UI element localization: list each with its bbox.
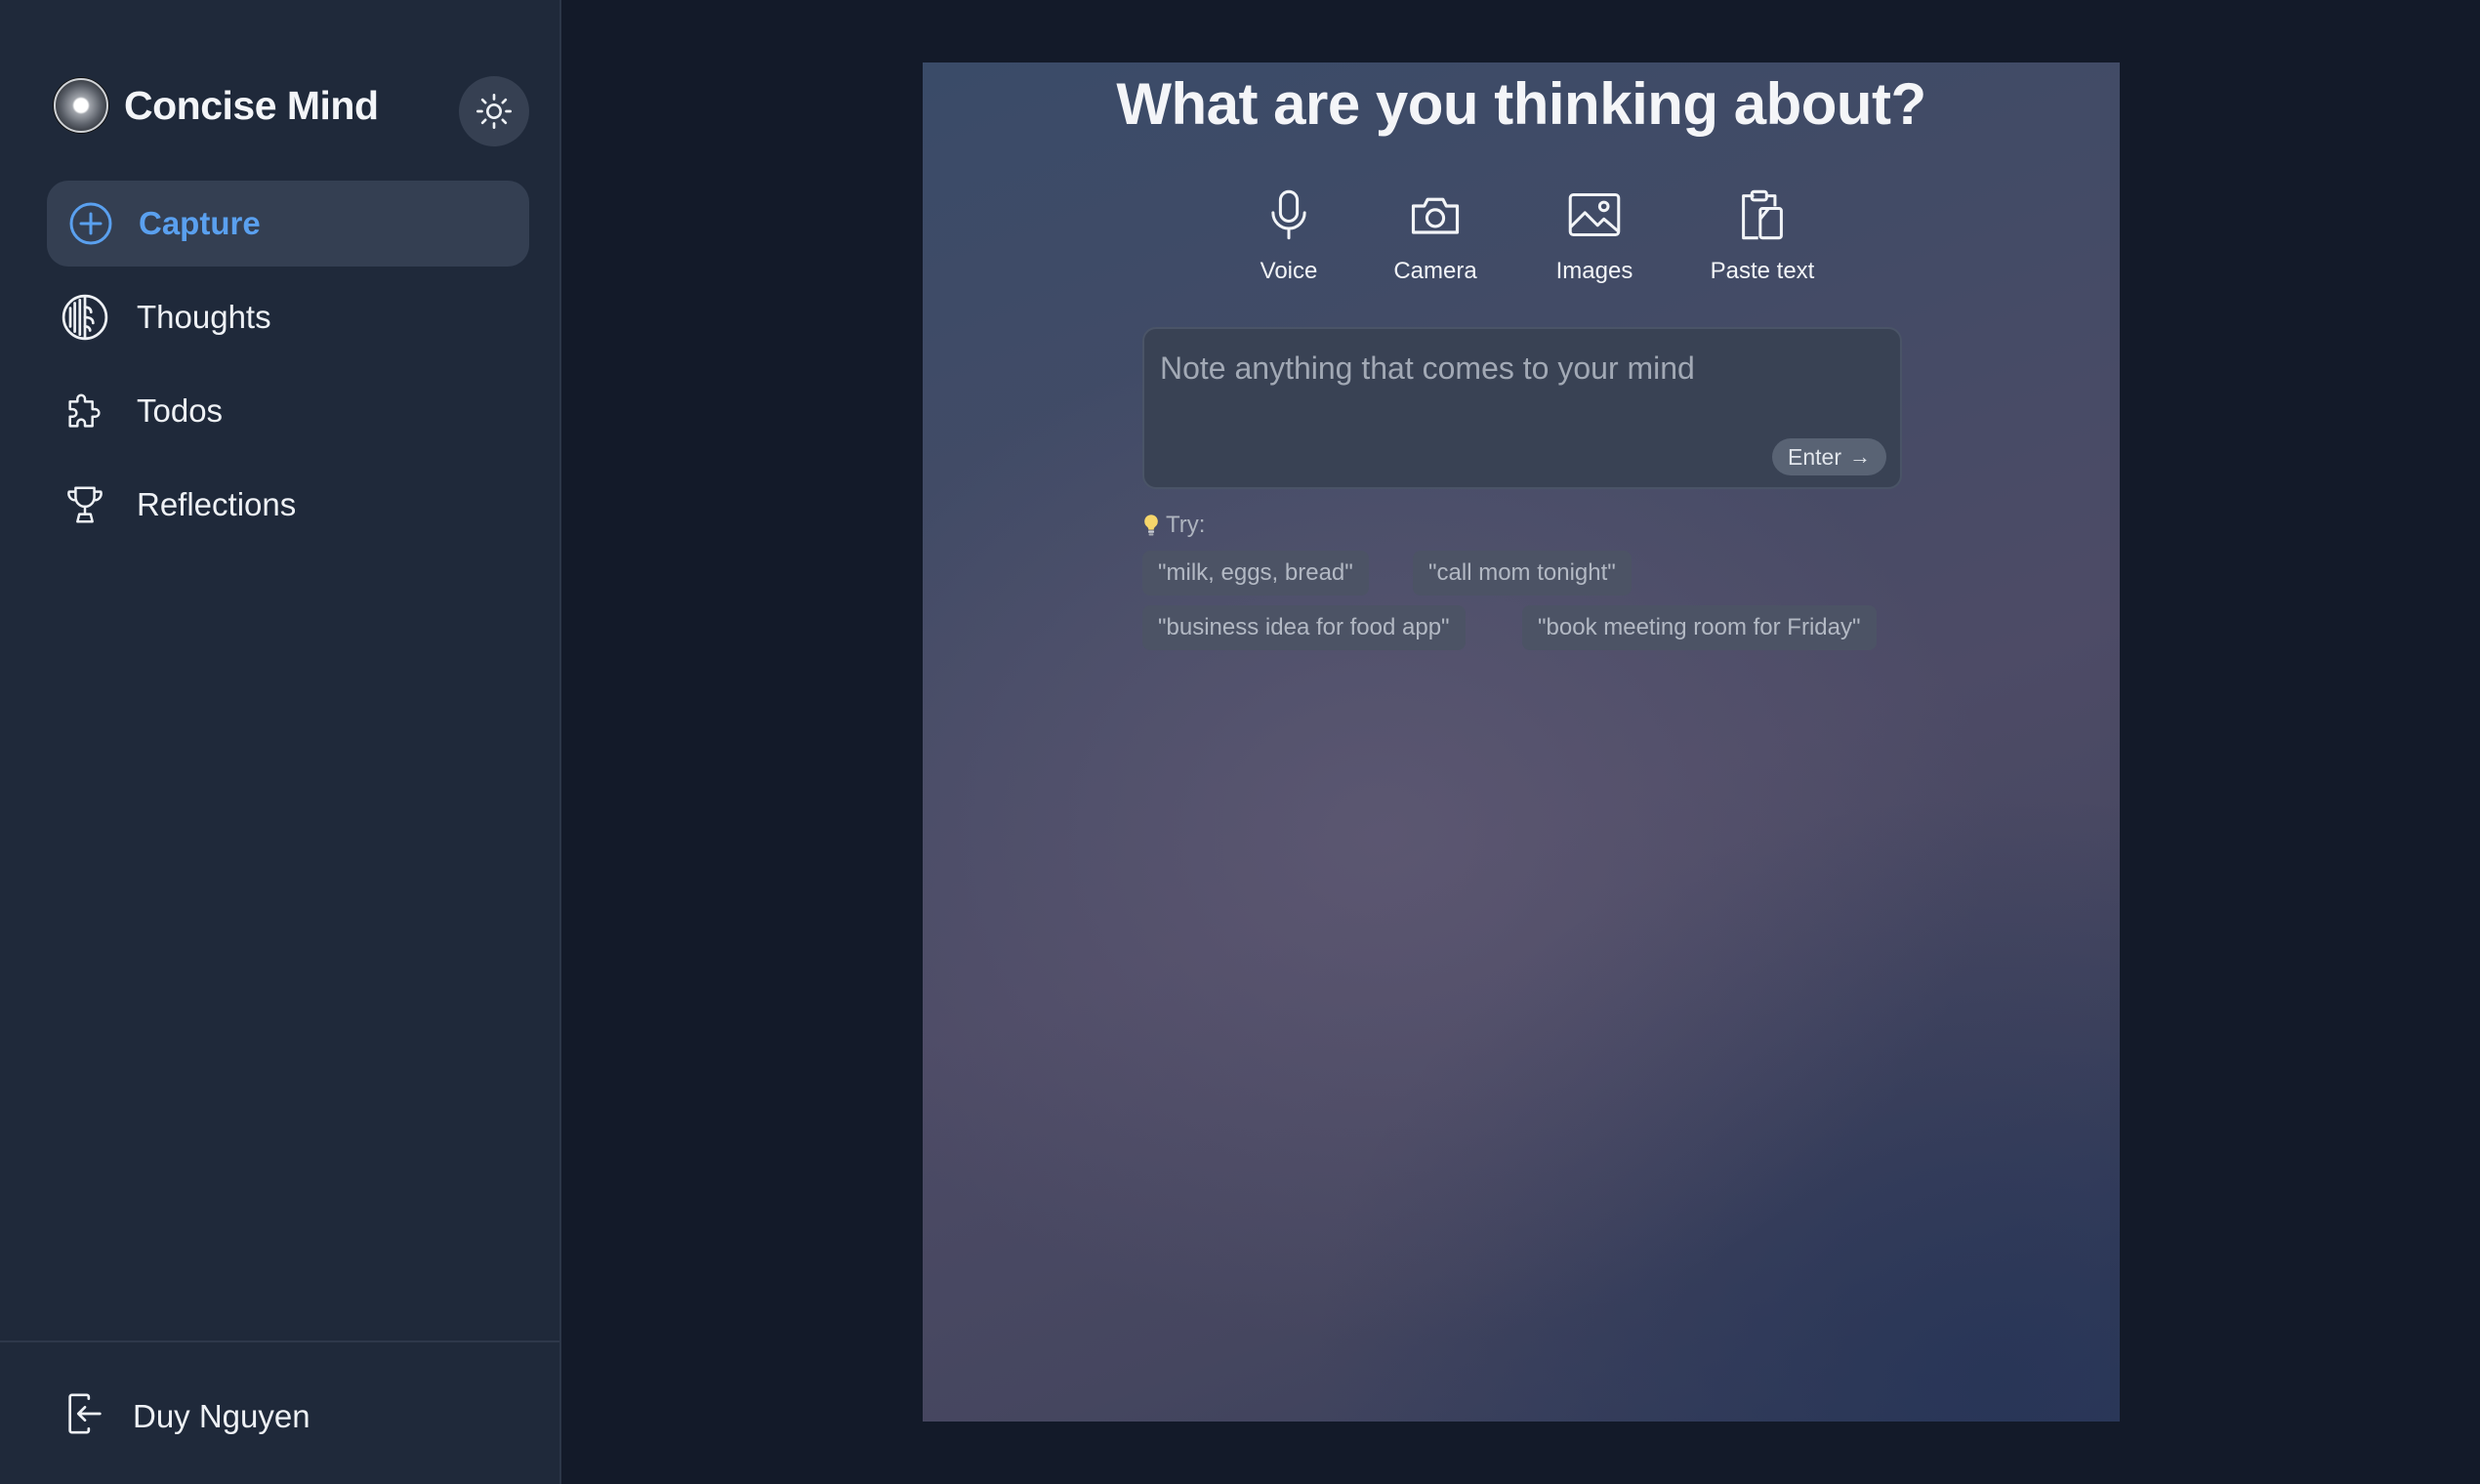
clipboard-icon: [1735, 187, 1790, 242]
sidebar-footer: Duy Nguyen: [0, 1340, 559, 1484]
sidebar-item-label: Capture: [139, 205, 261, 241]
image-icon: [1567, 187, 1622, 242]
sidebar-nav: Capture Thoughts Todos Reflections: [47, 181, 529, 556]
sidebar-item-capture[interactable]: Capture: [47, 181, 529, 267]
suggestion-chip[interactable]: "call mom tonight": [1413, 551, 1632, 596]
try-hint: Try:: [1142, 512, 1205, 539]
action-label: Camera: [1393, 258, 1477, 284]
sidebar-item-label: Todos: [137, 392, 224, 429]
images-button[interactable]: Images: [1531, 187, 1658, 285]
logout-icon: [62, 1391, 107, 1441]
capture-panel: What are you thinking about? Voice Camer…: [923, 62, 2120, 1422]
enter-label: Enter: [1788, 443, 1841, 470]
suggestion-chip[interactable]: "milk, eggs, bread": [1142, 551, 1369, 596]
theme-toggle-button[interactable]: [459, 76, 529, 146]
sidebar-item-label: Thoughts: [137, 299, 271, 335]
page-title: What are you thinking about?: [1116, 71, 1926, 137]
arrow-right-icon: →: [1849, 444, 1871, 469]
sidebar: Concise Mind Capture Thoughts Todos Refl…: [0, 0, 561, 1484]
suggestion-chip[interactable]: "business idea for food app": [1142, 605, 1466, 650]
enter-button[interactable]: Enter →: [1772, 438, 1886, 475]
capture-actions: Voice Camera Images Paste text: [923, 187, 2120, 305]
microphone-icon: [1261, 187, 1316, 242]
sidebar-item-reflections[interactable]: Reflections: [47, 462, 529, 548]
brand-name: Concise Mind: [124, 82, 379, 128]
sidebar-item-label: Reflections: [137, 486, 297, 522]
user-logout-button[interactable]: Duy Nguyen: [62, 1391, 310, 1441]
sidebar-item-thoughts[interactable]: Thoughts: [47, 274, 529, 360]
action-label: Images: [1555, 258, 1633, 284]
brand-logo-icon: [54, 78, 108, 133]
paste-text-button[interactable]: Paste text: [1694, 187, 1831, 285]
user-name: Duy Nguyen: [133, 1397, 310, 1434]
voice-button[interactable]: Voice: [1235, 187, 1343, 285]
sidebar-item-todos[interactable]: Todos: [47, 368, 529, 454]
camera-icon: [1408, 187, 1463, 242]
app-window: Concise Mind Capture Thoughts Todos Refl…: [0, 0, 2480, 1484]
action-label: Voice: [1260, 258, 1318, 284]
plus-circle-icon: [66, 199, 115, 248]
action-label: Paste text: [1710, 258, 1815, 284]
brain-icon: [61, 293, 109, 342]
sun-icon: [476, 94, 512, 130]
suggestion-chip[interactable]: "book meeting room for Friday": [1522, 605, 1877, 650]
camera-button[interactable]: Camera: [1372, 187, 1499, 285]
brand[interactable]: Concise Mind: [54, 78, 379, 133]
trophy-icon: [61, 480, 109, 529]
note-box: Enter →: [1142, 327, 1902, 489]
lightbulb-icon: [1144, 515, 1158, 536]
try-label: Try:: [1166, 512, 1206, 538]
puzzle-icon: [61, 387, 109, 435]
